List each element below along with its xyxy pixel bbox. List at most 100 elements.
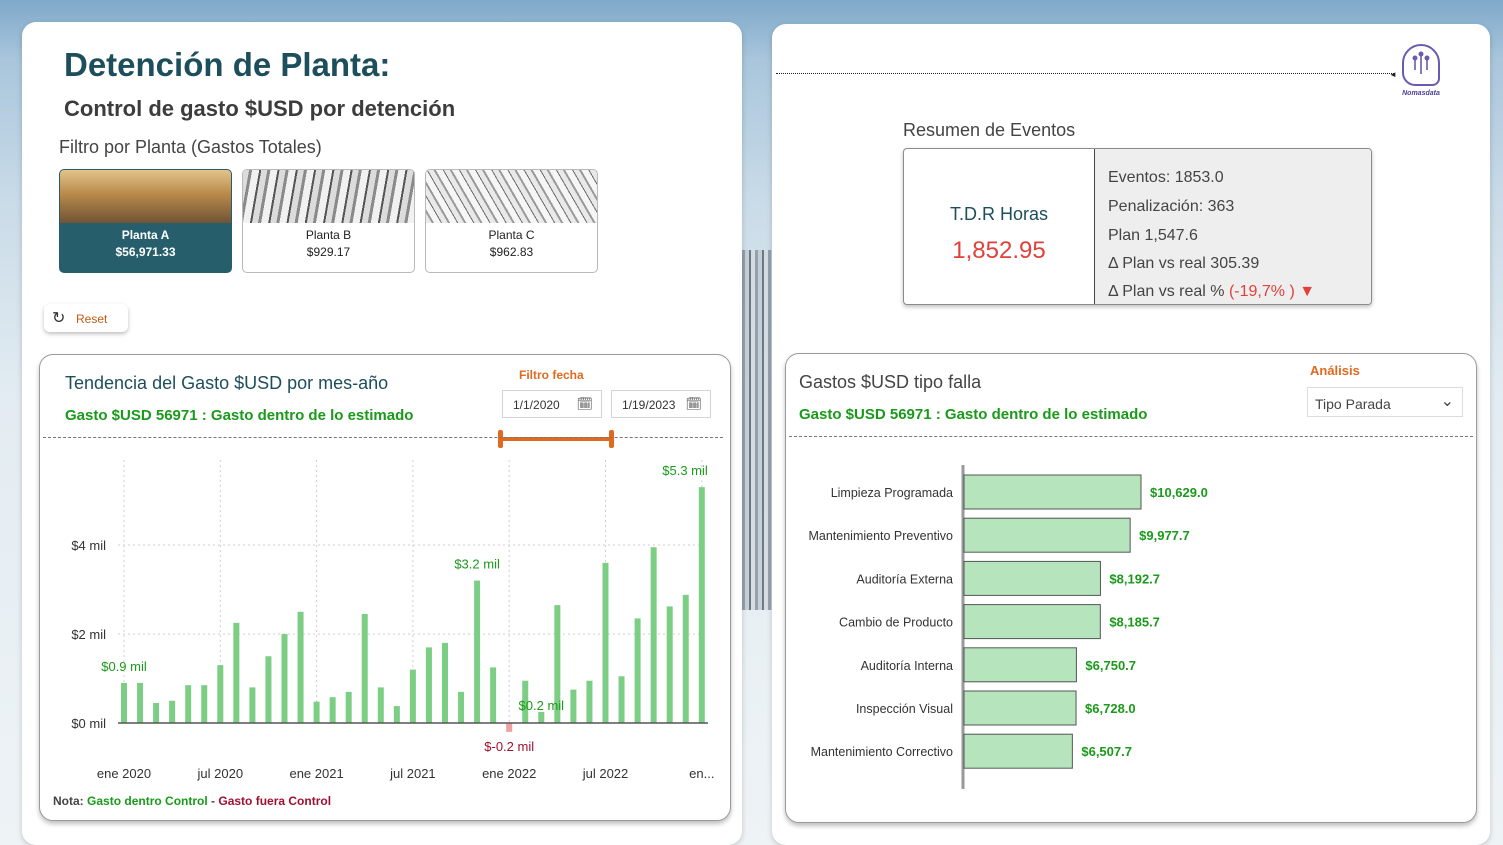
analysis-type-select[interactable]: Tipo Parada ⌄ (1307, 387, 1463, 417)
date-end-value: 1/19/2023 (622, 398, 676, 412)
trend-bar (169, 700, 176, 723)
failure-value-label: $6,728.0 (1085, 701, 1136, 716)
pct-value: (-19,7% ) (1228, 283, 1295, 300)
trend-bar (698, 487, 705, 723)
failure-value-label: $10,629.0 (1150, 485, 1208, 500)
trend-bar (618, 676, 625, 723)
trend-bar (650, 547, 657, 723)
x-tick-label: jul 2020 (197, 766, 244, 781)
trend-bar (377, 687, 384, 723)
tdr-label: T.D.R Horas (949, 204, 1048, 224)
reset-button[interactable]: ↻ Reset (44, 304, 128, 332)
failure-value-label: $8,185.7 (1109, 615, 1160, 630)
pct-prefix: Δ Plan vs real % (1108, 283, 1225, 300)
note-separator: - (207, 794, 219, 808)
trend-bar (490, 667, 497, 723)
failure-divider (789, 436, 1473, 437)
trend-bar (474, 580, 481, 723)
reset-label: Reset (76, 312, 108, 326)
failure-category-label: Limpieza Programada (831, 486, 953, 500)
note-in-control: Gasto dentro Control (87, 794, 208, 808)
failure-bar (963, 733, 1073, 769)
trend-bar (634, 618, 641, 723)
calendar-icon[interactable]: 🗓 (685, 396, 702, 412)
page-subtitle: Control de gasto $USD por detención (64, 96, 456, 121)
trend-bar (281, 634, 288, 723)
trend-divider (43, 437, 723, 438)
failure-status-note: Gasto $USD 56971 : Gasto dentro de lo es… (799, 406, 1148, 423)
trend-bar (442, 642, 448, 723)
trend-bar (329, 697, 336, 723)
trend-bar (201, 685, 208, 723)
failure-value-label: $6,750.7 (1085, 658, 1136, 673)
x-tick-label: jul 2022 (582, 766, 629, 781)
failure-bar (963, 517, 1131, 553)
failure-bar (963, 560, 1101, 596)
date-end-input[interactable]: 1/19/2023 🗓 (611, 390, 711, 418)
failure-bar-chart: Limpieza Programada $10,629.0 Mantenimient… (808, 465, 1208, 789)
brain-circuit-icon: Nomasdata (1396, 44, 1446, 100)
plant-card-c[interactable]: Planta C $962.83 (425, 169, 598, 273)
trend-data-label: $0.9 mil (101, 659, 147, 674)
trend-bar (217, 665, 224, 723)
date-slider-start-handle[interactable] (498, 430, 503, 448)
date-start-value: 1/1/2020 (513, 398, 560, 412)
plan-value: Plan 1,547.6 (1108, 227, 1198, 244)
trend-bar (153, 702, 160, 723)
trend-bar (602, 562, 609, 723)
trend-bar (249, 687, 256, 723)
failure-category-label: Cambio de Producto (839, 616, 953, 630)
trend-bar (185, 685, 192, 723)
events-summary-title: Resumen de Eventos (903, 120, 1076, 140)
trend-data-label: $3.2 mil (454, 557, 500, 572)
header-dotted-line (776, 73, 1394, 74)
trend-bar (409, 669, 416, 723)
x-tick-label: ene 2020 (97, 766, 151, 781)
failure-category-label: Mantenimiento Preventivo (808, 529, 953, 543)
trend-chart-card: Tendencia del Gasto $USD por mes-año Gas… (39, 354, 731, 821)
y-tick-label: $4 mil (71, 538, 106, 553)
trend-bar (265, 656, 272, 723)
trend-bar (682, 594, 689, 723)
y-tick-label: $2 mil (71, 627, 106, 642)
calendar-icon[interactable]: 🗓 (576, 396, 593, 412)
failure-category-label: Inspección Visual (856, 702, 953, 716)
note-prefix: Nota: (53, 794, 84, 808)
plan-vs-real-value: Δ Plan vs real 305.39 (1108, 255, 1260, 272)
analysis-select-value: Tipo Parada (1315, 396, 1391, 412)
trend-bar (538, 711, 545, 723)
trend-bar (458, 691, 465, 723)
plant-b-name: Planta B (305, 228, 352, 242)
events-details: Eventos: 1853.0 Penalización: 363 Plan 1… (1095, 149, 1371, 304)
plant-card-b[interactable]: Planta B $929.17 (242, 169, 415, 273)
date-start-input[interactable]: 1/1/2020 🗓 (502, 390, 602, 418)
failure-bar (963, 690, 1077, 726)
y-tick-label: $0 mil (71, 716, 106, 731)
trend-data-label: $0.2 mil (519, 698, 565, 713)
plant-b-image (243, 170, 414, 223)
x-tick-label: ene 2021 (289, 766, 343, 781)
background-plant-photo (742, 250, 772, 610)
trend-bar-chart: $0 mil $2 mil $4 mil ene 2020 jul 2020 ene 20… (71, 460, 714, 781)
trend-data-label: $-0.2 mil (484, 739, 534, 754)
plant-filter-label: Filtro por Planta (Gastos Totales) (59, 137, 322, 157)
plant-a-value: $56,971.33 (115, 245, 176, 259)
failure-bar (963, 474, 1142, 510)
failure-value-label: $9,977.7 (1139, 528, 1190, 543)
failure-category-label: Mantenimiento Correctivo (811, 745, 953, 759)
tdr-value: 1,852.95 (952, 237, 1046, 264)
trend-bar (570, 689, 577, 723)
x-tick-label: ene 2022 (482, 766, 536, 781)
trend-bar (586, 680, 593, 723)
trend-footer-note: Nota: Gasto dentro Control - Gasto fuera… (53, 794, 331, 808)
right-panel: ◄ Nomasdata Resumen de Eventos T.D.R Hor… (772, 24, 1490, 845)
plant-a-name: Planta A (121, 228, 170, 242)
failure-bar (963, 647, 1077, 683)
failure-value-label: $8,192.7 (1109, 571, 1160, 586)
plan-vs-real-pct: Δ Plan vs real % (-19,7% ) ▼ (1108, 283, 1315, 301)
date-slider-end-handle[interactable] (609, 430, 614, 448)
logo-head-shape (1402, 44, 1440, 86)
triangle-down-icon: ▼ (1299, 283, 1316, 300)
plant-card-a[interactable]: Planta A $56,971.33 (59, 169, 232, 273)
x-tick-label: en... (689, 766, 714, 781)
